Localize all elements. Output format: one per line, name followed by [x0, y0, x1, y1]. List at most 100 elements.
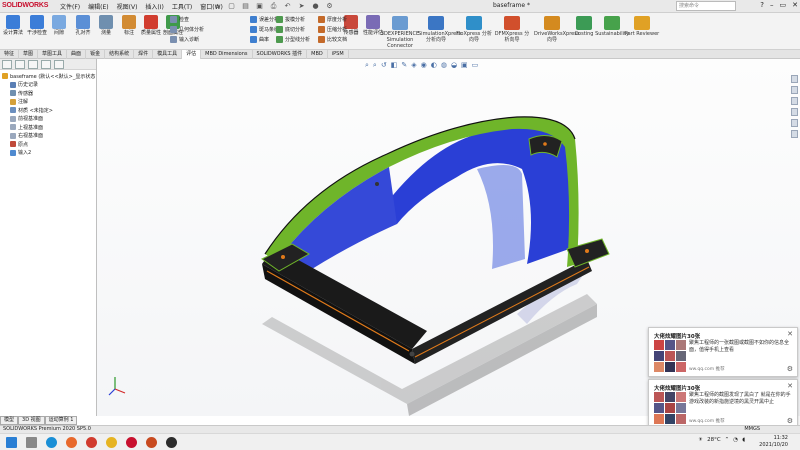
tree-item[interactable]: 前视基准面: [2, 115, 94, 124]
tree-item[interactable]: 注解: [2, 98, 94, 107]
ribbon-small-button[interactable]: 误差分析: [250, 16, 279, 23]
ribbon-button[interactable]: 干涉检查: [26, 15, 48, 36]
home-icon[interactable]: ⌂: [212, 1, 223, 11]
weather-icon[interactable]: ☀: [698, 437, 703, 443]
files-icon[interactable]: [106, 437, 117, 448]
tab-8[interactable]: 评估: [182, 50, 202, 59]
tab-5[interactable]: 结构系统: [105, 50, 135, 59]
minimize-icon[interactable]: –: [770, 1, 774, 9]
close-icon[interactable]: ✕: [792, 1, 798, 9]
search-commands-input[interactable]: 搜索命令: [676, 1, 736, 11]
new-icon[interactable]: ▢: [226, 1, 237, 11]
select-icon[interactable]: ➤: [296, 1, 307, 11]
configuration-manager-icon[interactable]: [28, 60, 38, 69]
ribbon-small-button[interactable]: 拔模分析: [276, 16, 305, 23]
tree-item[interactable]: 原点: [2, 140, 94, 149]
clock[interactable]: 11:32 2021/10/20: [759, 435, 788, 449]
tree-root[interactable]: baseframe (默认<<默认>_显示状态: [2, 72, 95, 81]
status-units[interactable]: MMGS: [744, 426, 760, 433]
firefox-icon[interactable]: [66, 437, 77, 448]
tab-7[interactable]: 模具工具: [153, 50, 183, 59]
addin-button[interactable]: SimulationXpress 分析向导: [418, 16, 461, 43]
weather-temp[interactable]: 28°C: [707, 437, 721, 443]
tree-item[interactable]: 材质 <未指定>: [2, 106, 94, 115]
menu-file[interactable]: 文件(F): [60, 2, 80, 11]
tab-9[interactable]: MBD Dimensions: [201, 50, 253, 59]
feature-tree-icon[interactable]: [2, 60, 12, 69]
app-dark-icon[interactable]: [166, 437, 177, 448]
ribbon-button[interactable]: 间隙: [48, 15, 70, 36]
volume-icon[interactable]: ◖: [742, 437, 745, 443]
menu-insert[interactable]: 插入(I): [145, 2, 163, 11]
help-icon[interactable]: ?: [760, 1, 764, 9]
menu-edit[interactable]: 编辑(E): [88, 2, 108, 11]
notification-card[interactable]: 大佬炫耀图片30张 ✕ 聚焦工程师的一张截图或截图不如你的信息全面，值得手机上查…: [648, 327, 798, 377]
close-icon[interactable]: ✕: [787, 382, 793, 390]
powerpoint-icon[interactable]: [146, 437, 157, 448]
print-icon[interactable]: ⎙: [268, 1, 279, 11]
ribbon-button[interactable]: 测量: [95, 15, 117, 36]
edge-icon[interactable]: [46, 437, 57, 448]
gear-icon[interactable]: ⚙: [787, 417, 793, 425]
ribbon-small-button[interactable]: 斑马条纹: [250, 26, 279, 33]
view-palette-icon[interactable]: [791, 108, 798, 116]
tree-item[interactable]: 上视基准面: [2, 123, 94, 132]
ribbon-button[interactable]: 孔对齐: [72, 15, 94, 36]
ribbon-small-button[interactable]: 几何体分析: [170, 26, 204, 33]
tab-model[interactable]: 模型: [0, 416, 19, 425]
undo-icon[interactable]: ↶: [282, 1, 293, 11]
ribbon-small-button[interactable]: 输入诊断: [170, 36, 199, 43]
addin-button[interactable]: DriveWorksXpress 向导: [534, 16, 579, 43]
tab-motion-study[interactable]: 运动算例 1: [44, 416, 78, 425]
notification-card[interactable]: 大佬炫耀图片30张 ✕ 聚焦工程师的截图发现了黑白了 就是在你的手游戏改装的新指…: [648, 379, 798, 429]
property-manager-icon[interactable]: [15, 60, 25, 69]
ribbon-small-button[interactable]: 底切分析: [276, 26, 305, 33]
search-icon[interactable]: [26, 437, 37, 448]
solidworks-icon[interactable]: [126, 437, 137, 448]
tab-2[interactable]: 草图工具: [38, 50, 68, 59]
file-explorer-icon[interactable]: [791, 97, 798, 105]
tab-10[interactable]: SOLIDWORKS 插件: [253, 50, 308, 59]
ribbon-small-button[interactable]: 曲率: [250, 36, 269, 43]
custom-properties-icon[interactable]: [791, 130, 798, 138]
tree-item[interactable]: 传感器: [2, 89, 94, 98]
tab-6[interactable]: 焊件: [134, 50, 154, 59]
chevron-up-icon[interactable]: ⌃: [725, 437, 730, 443]
ribbon-small-button[interactable]: 分型线分析: [276, 36, 310, 43]
design-library-icon[interactable]: [791, 86, 798, 94]
rebuild-icon[interactable]: ●: [310, 1, 321, 11]
ribbon-small-button[interactable]: 检查: [170, 16, 189, 23]
tab-11[interactable]: MBD: [307, 50, 328, 59]
menu-view[interactable]: 视图(V): [117, 2, 138, 11]
options-icon[interactable]: ⚙: [324, 1, 335, 11]
ribbon-button[interactable]: 质量属性: [140, 15, 162, 36]
addin-button[interactable]: 3DEXPERIENCE Simulation Connector: [380, 16, 420, 49]
tab-3[interactable]: 曲面: [67, 50, 87, 59]
appearances-icon[interactable]: [791, 119, 798, 127]
solidworks-resources-icon[interactable]: [791, 75, 798, 83]
windows-start-icon[interactable]: [6, 437, 17, 448]
restore-icon[interactable]: ▭: [780, 1, 787, 9]
gear-icon[interactable]: ⚙: [787, 365, 793, 373]
close-icon[interactable]: ✕: [787, 330, 793, 338]
tree-item[interactable]: 输入2: [2, 149, 94, 158]
ribbon-small-button[interactable]: 比较文档: [318, 36, 347, 43]
addin-button[interactable]: Part Reviewer: [624, 16, 660, 37]
ribbon-small-button[interactable]: 压缩分析: [318, 26, 347, 33]
save-icon[interactable]: ▣: [254, 1, 265, 11]
addin-button[interactable]: FloXpress 分析向导: [456, 16, 492, 43]
open-icon[interactable]: ▤: [240, 1, 251, 11]
tab-12[interactable]: iPSM: [328, 50, 349, 59]
menu-tools[interactable]: 工具(T): [172, 2, 192, 11]
dimxpert-icon[interactable]: [41, 60, 51, 69]
tab-0[interactable]: 特征: [0, 50, 20, 59]
display-manager-icon[interactable]: [54, 60, 64, 69]
ribbon-button[interactable]: 设计算法: [2, 15, 24, 36]
ribbon-small-button[interactable]: 厚度分析: [318, 16, 347, 23]
addin-button[interactable]: DFMXpress 分析向导: [494, 16, 530, 43]
network-icon[interactable]: ◔: [733, 437, 738, 443]
tree-item[interactable]: 右视基准面: [2, 132, 94, 141]
tab-3d-views[interactable]: 3D 视图: [18, 416, 45, 425]
tree-item[interactable]: 历史记录: [2, 81, 94, 90]
chrome-icon[interactable]: [86, 437, 97, 448]
